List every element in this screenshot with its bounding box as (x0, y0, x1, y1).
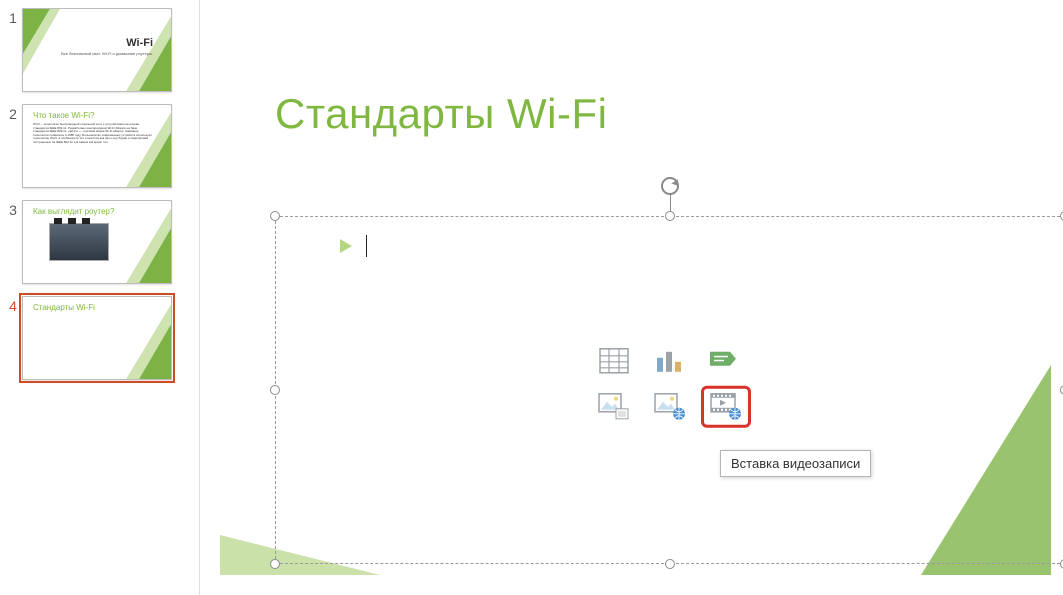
thumb-number: 2 (4, 104, 22, 122)
bullet-icon (340, 239, 352, 253)
insert-table-button[interactable] (593, 344, 635, 378)
slide-editor-area[interactable]: Стандарты Wi-Fi (200, 0, 1063, 595)
thumbnail-slide-1[interactable]: Wi-Fi Все безопасный свет. Wi-Fi и домаш… (22, 8, 172, 92)
video-icon (710, 393, 742, 421)
online-picture-icon (654, 393, 686, 421)
resize-handle[interactable] (270, 385, 280, 395)
thumb-title: Стандарты Wi-Fi (33, 303, 95, 312)
thumb-title: Что такое Wi-Fi? (33, 111, 94, 120)
slide-thumbnail-panel: 1 Wi-Fi Все безопасный свет. Wi-Fi и дом… (0, 0, 200, 595)
resize-handle[interactable] (665, 559, 675, 569)
insert-picture-button[interactable] (593, 390, 635, 424)
resize-handle[interactable] (270, 211, 280, 221)
insert-chart-button[interactable] (649, 344, 691, 378)
insert-online-picture-button[interactable] (649, 390, 691, 424)
resize-handle[interactable] (665, 211, 675, 221)
thumb-number: 1 (4, 8, 22, 26)
rotate-handle[interactable] (661, 177, 679, 195)
insert-video-button[interactable] (705, 390, 747, 424)
caret (366, 235, 367, 257)
picture-icon (598, 393, 630, 421)
insert-smartart-button[interactable] (705, 344, 747, 378)
insert-content-grid (593, 344, 747, 428)
tooltip: Вставка видеозаписи (720, 450, 871, 477)
slide-canvas[interactable]: Стандарты Wi-Fi (220, 30, 1051, 575)
thumb-number: 3 (4, 200, 22, 218)
thumb-image (49, 223, 109, 261)
resize-handle[interactable] (270, 559, 280, 569)
thumb-title: Как выглядит роутер? (33, 207, 114, 216)
thumb-body: Wi-Fi – технология беспроводной локально… (33, 123, 153, 145)
thumbnail-slide-4[interactable]: Стандарты Wi-Fi (22, 296, 172, 380)
thumb-title: Wi-Fi (126, 37, 153, 49)
content-placeholder[interactable] (275, 216, 1063, 564)
text-cursor-area[interactable] (340, 235, 367, 257)
slide-title[interactable]: Стандарты Wi-Fi (275, 90, 608, 138)
thumb-number: 4 (4, 296, 22, 314)
chart-icon (655, 348, 685, 374)
thumb-subtitle: Все безопасный свет. Wi-Fi и домашние ро… (61, 51, 153, 56)
table-icon (599, 348, 629, 374)
thumbnail-slide-2[interactable]: Что такое Wi-Fi? Wi-Fi – технология бесп… (22, 104, 172, 188)
thumbnail-slide-3[interactable]: Как выглядит роутер? (22, 200, 172, 284)
smartart-icon (710, 348, 742, 374)
